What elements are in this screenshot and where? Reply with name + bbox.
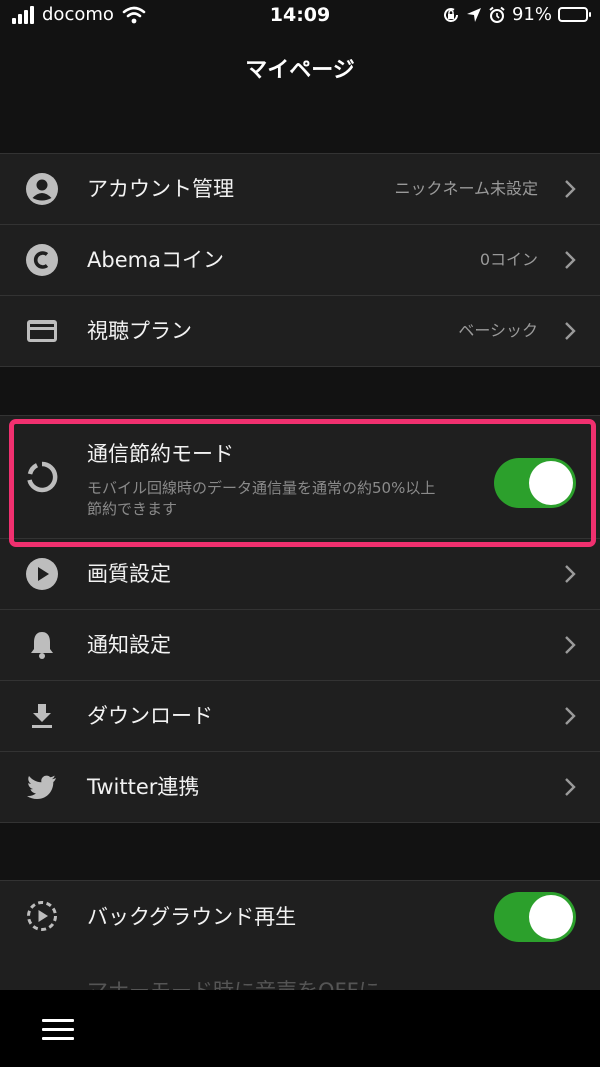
download-icon bbox=[32, 704, 52, 728]
row-label: Abemaコイン bbox=[87, 248, 224, 272]
abema-coin-row[interactable]: Abemaコイン 0コイン bbox=[0, 225, 600, 296]
battery-percent: 91% bbox=[511, 4, 552, 25]
row-label: 視聴プラン bbox=[87, 319, 192, 343]
dashed-play-icon bbox=[27, 901, 57, 931]
twitter-icon bbox=[27, 775, 56, 799]
row-value: ベーシック bbox=[458, 321, 538, 340]
row-value: 0コイン bbox=[479, 250, 538, 269]
download-row[interactable]: ダウンロード bbox=[0, 681, 600, 752]
chevron-right-icon bbox=[565, 636, 576, 654]
background-play-row: バックグラウンド再生 bbox=[0, 881, 600, 953]
card-icon bbox=[27, 320, 57, 342]
battery-icon bbox=[558, 7, 591, 22]
row-label: ダウンロード bbox=[87, 704, 213, 728]
hamburger-menu-icon[interactable] bbox=[42, 1019, 74, 1041]
row-label: アカウント管理 bbox=[87, 177, 234, 201]
chevron-right-icon bbox=[565, 180, 576, 198]
viewing-plan-row[interactable]: 視聴プラン ベーシック bbox=[0, 296, 600, 366]
row-label: バックグラウンド再生 bbox=[87, 905, 297, 929]
bell-icon bbox=[31, 632, 53, 659]
video-quality-row[interactable]: 画質設定 bbox=[0, 539, 600, 610]
user-icon bbox=[26, 173, 58, 205]
alarm-icon bbox=[489, 6, 505, 23]
status-bar: docomo 14:09 91% bbox=[0, 0, 600, 34]
row-label: Twitter連携 bbox=[87, 775, 200, 799]
row-value: ニックネーム未設定 bbox=[394, 179, 538, 198]
highlight-frame bbox=[9, 419, 596, 547]
chevron-right-icon bbox=[565, 565, 576, 583]
background-play-toggle[interactable] bbox=[494, 892, 576, 942]
play-icon bbox=[26, 558, 58, 590]
location-icon bbox=[466, 7, 481, 22]
row-label: 通知設定 bbox=[87, 633, 171, 657]
coin-icon bbox=[26, 244, 58, 276]
chevron-right-icon bbox=[565, 322, 576, 340]
app-screen: docomo 14:09 91% マイページ アカウント管理 ニックネーム未設定… bbox=[0, 0, 600, 1067]
account-management-row[interactable]: アカウント管理 ニックネーム未設定 bbox=[0, 154, 600, 225]
bottom-bar bbox=[0, 990, 600, 1067]
chevron-right-icon bbox=[565, 251, 576, 269]
twitter-link-row[interactable]: Twitter連携 bbox=[0, 752, 600, 822]
notification-settings-row[interactable]: 通知設定 bbox=[0, 610, 600, 681]
chevron-right-icon bbox=[565, 778, 576, 796]
row-label: 画質設定 bbox=[87, 562, 171, 586]
page-title: マイページ bbox=[245, 58, 355, 83]
screen-lock-icon bbox=[444, 7, 458, 22]
account-group: アカウント管理 ニックネーム未設定 Abemaコイン 0コイン 視聴プラン ベー… bbox=[0, 153, 600, 367]
chevron-right-icon bbox=[565, 707, 576, 725]
